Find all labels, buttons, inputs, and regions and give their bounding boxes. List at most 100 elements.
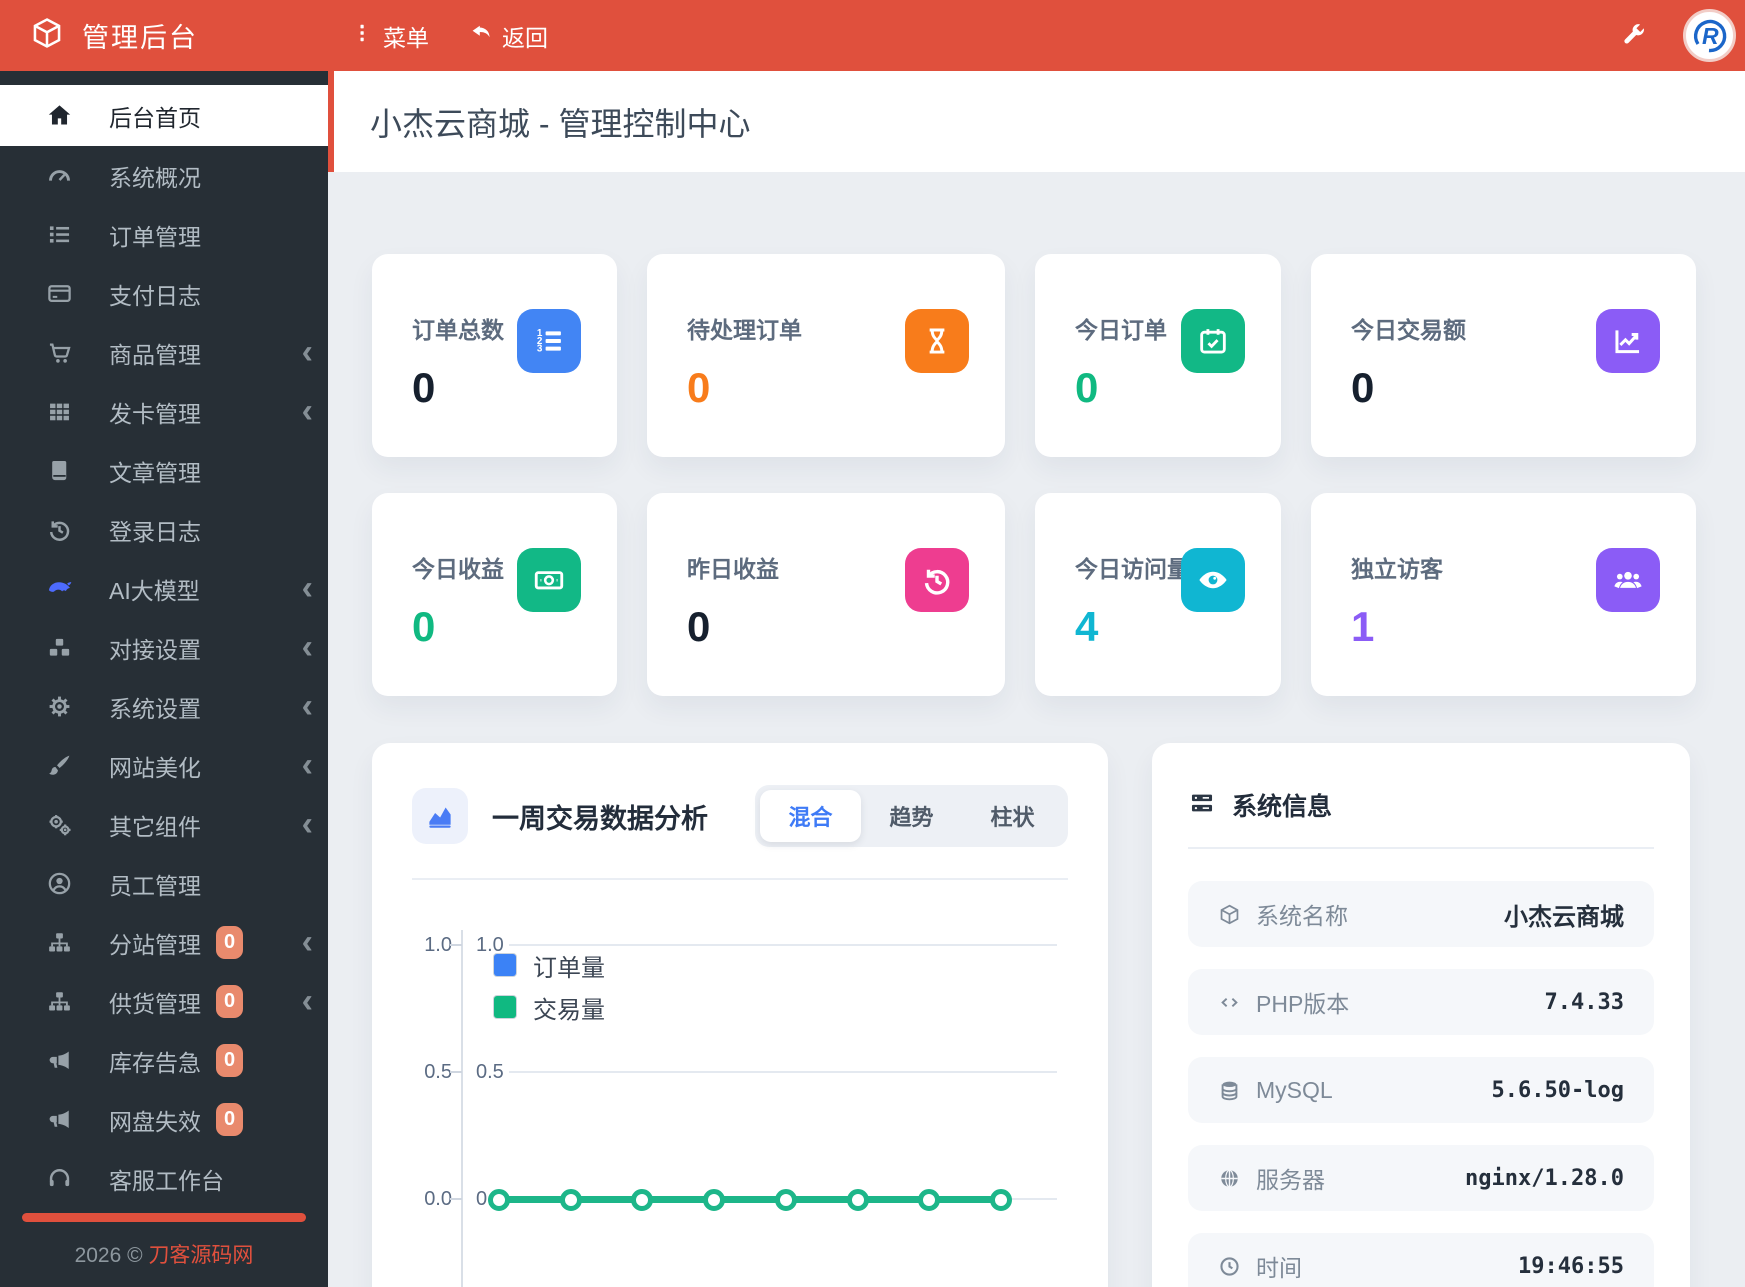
sidebar-item-substation[interactable]: 分站管理 0 ‹ [0,913,328,972]
system-value: 7.4.33 [1544,989,1624,1015]
money-icon [517,548,581,612]
bullhorn-icon [46,1106,82,1133]
sidebar-item-support-workbench[interactable]: 客服工作台 [0,1149,328,1208]
system-row-mysql: MySQL 5.6.50-log [1188,1057,1654,1123]
chevron-left-icon: ‹ [301,922,313,961]
topnav: 菜单 返回 [350,19,548,53]
cubes-icon [46,634,82,661]
tab-mixed[interactable]: 混合 [760,790,861,842]
legend-entry-volume[interactable]: 交易量 [494,992,605,1024]
system-row-name: 系统名称 小杰云商城 [1188,881,1654,947]
sidebar-item-site-beautify[interactable]: 网站美化 ‹ [0,736,328,795]
sidebar-item-orders[interactable]: 订单管理 [0,205,328,264]
system-value: 小杰云商城 [1504,904,1624,931]
stat-label: 今日收益 [412,556,504,582]
chart-header: 一周交易数据分析 混合 趋势 柱状 [412,785,1068,847]
chevron-left-icon: ‹ [301,391,313,430]
cube-icon [30,16,64,55]
sidebar-item-staff[interactable]: 员工管理 [0,854,328,913]
database-icon [1218,1079,1241,1102]
brand-label: 管理后台 [82,23,198,53]
data-point [775,1189,797,1211]
sidebar-item-supply[interactable]: 供货管理 0 ‹ [0,972,328,1031]
stat-value: 0 [412,364,436,411]
stat-card-unique-visitors: 独立访客 1 [1311,493,1696,696]
y-axis-tick-label: 0.0 [424,1188,452,1210]
data-point [990,1189,1012,1211]
stat-value: 0 [687,364,711,411]
topbar-right: R [1620,9,1745,62]
history-icon [46,516,82,543]
chart-title: 一周交易数据分析 [492,803,708,834]
sidebar-item-stock-alert[interactable]: 库存告急 0 [0,1031,328,1090]
server-icon [1188,789,1216,822]
avatar[interactable]: R [1683,9,1736,62]
svg-text:3: 3 [537,343,543,354]
sidebar-item-netdisk-invalid[interactable]: 网盘失效 0 [0,1090,328,1149]
stat-label: 订单总数 [412,317,504,343]
area-chart-icon [412,788,468,844]
sidebar-scrollbar[interactable] [22,1213,306,1222]
sidebar-item-login-log[interactable]: 登录日志 [0,500,328,559]
y-axis-tick-label: 0.5 [424,1061,452,1083]
bullhorn-icon [46,1047,82,1074]
badge: 0 [216,926,244,959]
stat-card-total-orders: 订单总数 0 123 [372,254,617,457]
hourglass-icon [905,309,969,373]
divider [1188,847,1654,849]
stat-value: 0 [1075,364,1099,411]
data-point [918,1189,940,1211]
sidebar-item-system-settings[interactable]: 系统设置 ‹ [0,677,328,736]
book-icon [46,457,82,484]
back-button[interactable]: 返回 [469,19,548,53]
chart-legend: 订单量 交易量 [494,950,605,1034]
stats-grid: 订单总数 0 123 待处理订单 0 今日订单 0 今日交易额 0 今日收益 0… [372,254,1745,696]
sitemap-icon [46,988,82,1015]
brand: 管理后台 [0,16,328,55]
sidebar-item-goods[interactable]: 商品管理 ‹ [0,323,328,382]
stat-label: 今日访问量 [1075,556,1190,582]
users-icon [1596,548,1660,612]
return-arrow-icon [469,21,493,51]
menu-toggle-button[interactable]: 菜单 [350,19,429,53]
tab-trend[interactable]: 趋势 [861,790,962,842]
history-icon [905,548,969,612]
brush-icon [46,752,82,779]
eye-icon [1181,548,1245,612]
sidebar-item-articles[interactable]: 文章管理 [0,441,328,500]
data-point [560,1189,582,1211]
sidebar-item-overview[interactable]: 系统概况 [0,146,328,205]
system-info-card: 系统信息 系统名称 小杰云商城 PHP版本 7.4.33 MySQL 5.6.5… [1152,743,1690,1287]
page-header: 小杰云商城 - 管理控制中心 [328,71,1745,172]
data-point [488,1189,510,1211]
sidebar-item-other-components[interactable]: 其它组件 ‹ [0,795,328,854]
sidebar-item-home[interactable]: 后台首页 [0,85,328,146]
admin-dashboard: 管理后台 菜单 返回 R 后台首页 系统概况 订单管理 支付日志 商品管理 ‹ … [0,0,1745,1287]
chevron-left-icon: ‹ [301,745,313,784]
stat-value: 4 [1075,603,1099,650]
sidebar-item-payment-log[interactable]: 支付日志 [0,264,328,323]
page-title: 小杰云商城 - 管理控制中心 [370,105,751,142]
stat-card-today-visits: 今日访问量 4 [1035,493,1281,696]
tab-bar[interactable]: 柱状 [962,790,1063,842]
stat-card-today-orders: 今日订单 0 [1035,254,1281,457]
list-ol-icon: 123 [517,309,581,373]
cart-icon [46,339,82,366]
stat-card-yesterday-earnings: 昨日收益 0 [647,493,1005,696]
wrench-icon[interactable] [1620,22,1647,49]
stat-card-today-volume: 今日交易额 0 [1311,254,1696,457]
sidebar-item-ai-model[interactable]: AI大模型 ‹ [0,559,328,618]
list-icon [46,221,82,248]
sidebar-item-card-issue[interactable]: 发卡管理 ‹ [0,382,328,441]
svg-text:R: R [1702,23,1719,49]
divider [412,878,1068,880]
legend-entry-orders[interactable]: 订单量 [494,950,605,982]
gauge-icon [46,162,82,189]
footer-site-link[interactable]: 刀客源码网 [148,1244,253,1267]
chevron-left-icon: ‹ [301,627,313,666]
sidebar-item-integration[interactable]: 对接设置 ‹ [0,618,328,677]
cube-icon [1218,903,1241,926]
system-info-title: 系统信息 [1232,793,1333,821]
badge: 0 [216,1103,244,1136]
system-row-server: 服务器 nginx/1.28.0 [1188,1145,1654,1211]
